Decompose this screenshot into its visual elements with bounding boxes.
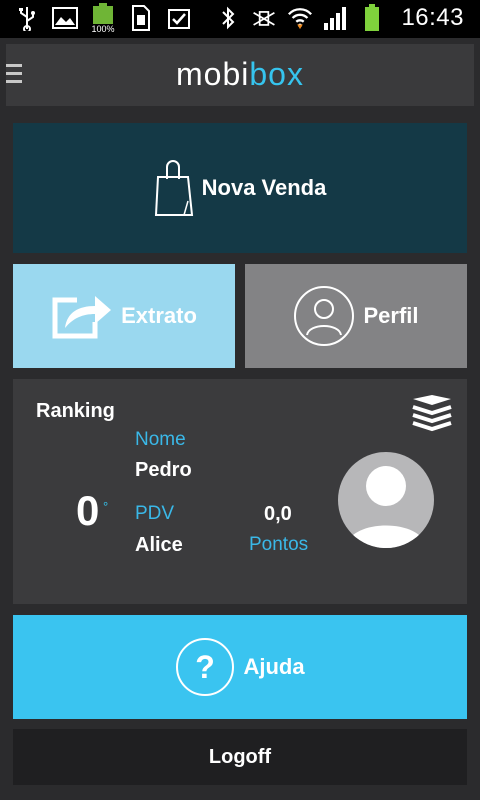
logo-part-mobi: mobi	[176, 56, 250, 92]
ranking-position-suffix: °	[103, 499, 109, 514]
bluetooth-icon	[215, 4, 241, 32]
user-profile-icon	[293, 285, 355, 347]
avatar	[338, 452, 434, 548]
ranking-position: 0	[76, 487, 100, 534]
gallery-icon	[52, 4, 78, 32]
help-icon: ?	[175, 637, 235, 697]
pdv-value: Alice	[135, 534, 183, 556]
usb-icon	[14, 4, 40, 32]
battery-full-icon: 100%	[90, 3, 116, 33]
perfil-button[interactable]: Perfil	[245, 264, 467, 368]
svg-text:100%: 100%	[91, 24, 114, 33]
mute-vibrate-icon	[251, 4, 277, 32]
status-bar: 100% 16:43	[0, 0, 480, 38]
nova-venda-label: Nova Venda	[201, 175, 327, 200]
ranking-panel: Ranking Nome Pedro 0 ° PDV Alice 0,0 Pon…	[13, 379, 467, 604]
app-header: mobibox	[6, 44, 474, 106]
name-label: Nome	[135, 429, 186, 450]
logoff-label: Logoff	[208, 745, 272, 768]
perfil-label: Perfil	[363, 303, 419, 328]
layers-icon[interactable]	[411, 393, 453, 435]
extrato-label: Extrato	[121, 303, 197, 328]
ajuda-button[interactable]: ? Ajuda	[13, 615, 467, 719]
nova-venda-button[interactable]: Nova Venda	[13, 123, 467, 253]
name-value: Pedro	[135, 459, 192, 481]
sim-card-icon	[128, 4, 154, 32]
task-done-icon	[166, 4, 192, 32]
shopping-bag-icon	[154, 157, 194, 219]
app-logo: mobibox	[6, 56, 474, 93]
battery-icon	[359, 4, 385, 32]
extrato-button[interactable]: Extrato	[13, 264, 235, 368]
clock: 16:43	[401, 4, 464, 31]
svg-text:?: ?	[196, 649, 216, 685]
ranking-title: Ranking	[36, 400, 115, 422]
pdv-label: PDV	[135, 503, 175, 524]
logoff-button[interactable]: Logoff	[13, 729, 467, 785]
wifi-icon	[287, 4, 313, 32]
share-export-icon	[51, 292, 113, 340]
signal-icon	[323, 4, 349, 32]
points-value: 0,0	[264, 503, 292, 525]
logo-part-box: box	[249, 56, 304, 92]
ajuda-label: Ajuda	[243, 654, 305, 679]
points-label: Pontos	[249, 534, 309, 555]
